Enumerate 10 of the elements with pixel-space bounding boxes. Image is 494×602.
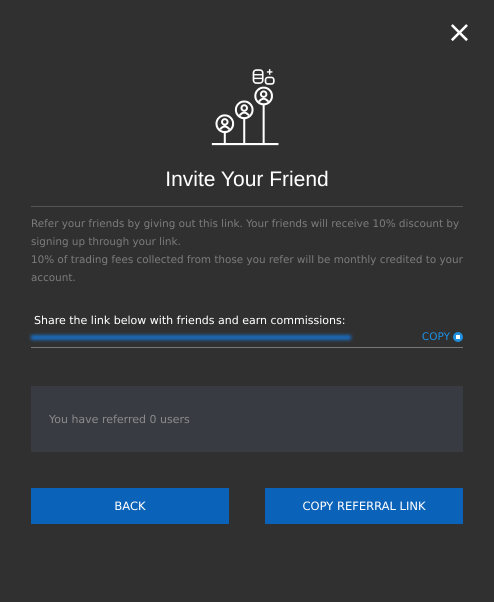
close-button[interactable]: × [444, 18, 474, 48]
referral-count-text: You have referred 0 users [49, 412, 190, 426]
copy-link[interactable]: COPY [422, 331, 463, 343]
back-button[interactable]: BACK [31, 488, 229, 524]
dialog-title: Invite Your Friend [164, 168, 330, 192]
description-text: Refer your friends by giving out this link. Your friends will receive 10% discount by signing up through your link. [31, 217, 460, 250]
copy-referral-button[interactable]: COPY REFERRAL LINK [265, 488, 463, 524]
copy-icon [453, 332, 463, 342]
share-label: Share the link below with friends and earn commissions: [33, 314, 346, 327]
description-text: 10% of trading fees collected from those you refer will be monthly credited to your account. [31, 253, 463, 286]
